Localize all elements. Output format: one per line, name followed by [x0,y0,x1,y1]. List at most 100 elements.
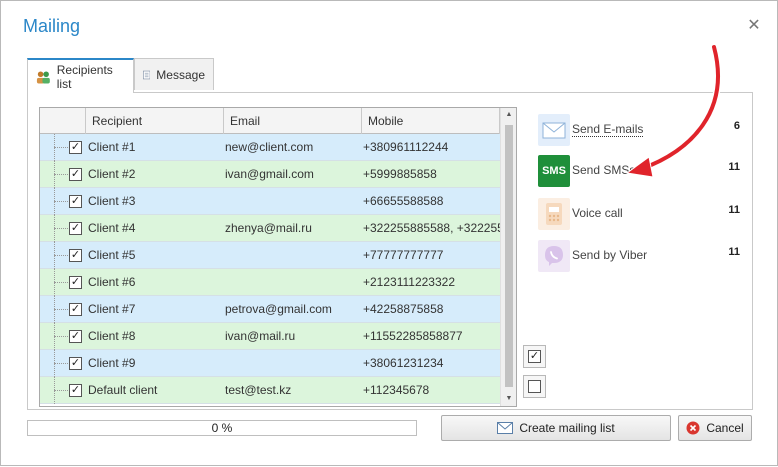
table-row[interactable]: ✓ Client #1 new@client.com +380961112244 [40,134,500,161]
recipient-cell: Client #9 [88,356,136,370]
create-button-label: Create mailing list [519,421,615,435]
email-cell [225,350,355,377]
sms-icon: SMS [538,155,570,187]
table-row[interactable]: ✓ Client #8 ivan@mail.ru +11552285858877 [40,323,500,350]
recipient-cell: Client #6 [88,275,136,289]
mobile-cell: +5999885858 [363,167,437,181]
mailing-dialog: Mailing ✕ Recipients list Message Recipi… [0,0,778,466]
email-cell: petrova@gmail.com [225,302,332,316]
table-row[interactable]: ✓ Client #3 +66655588588 [40,188,500,215]
table-row[interactable]: ✓ Client #9 +38061231234 [40,350,500,377]
progress-bar: 0 % [27,420,417,436]
cancel-icon [686,421,700,435]
people-icon [36,70,50,83]
vertical-scrollbar[interactable]: ▲ ▼ [500,108,516,406]
tree-branch [54,390,68,391]
send-emails-option[interactable]: Send E-mails 6 [538,112,748,148]
envelope-icon [497,422,514,434]
recipient-cell: Client #2 [88,167,136,181]
header-indicator-cell [40,108,86,134]
scroll-down-icon[interactable]: ▼ [501,392,516,406]
checked-box-icon: ✓ [528,350,541,363]
sms-count: 11 [728,161,740,173]
tab-message[interactable]: Message [134,58,214,90]
grid-header: Recipient Email Mobile [40,108,500,134]
email-cell: ivan@mail.ru [225,329,296,343]
table-row[interactable]: ✓ Client #6 +2123111223322 [40,269,500,296]
recipient-cell: Client #7 [88,302,136,316]
tree-branch [54,174,68,175]
emails-count: 6 [733,120,740,132]
mobile-cell: +11552285858877 [363,329,463,343]
viber-count: 11 [728,246,740,258]
cancel-button-label: Cancel [706,421,744,435]
column-header-mobile[interactable]: Mobile [362,108,500,134]
phone-icon [538,198,570,230]
email-cell: ivan@gmail.com [225,167,314,181]
create-mailing-list-button[interactable]: Create mailing list [441,415,671,441]
recipient-cell: Client #8 [88,329,136,343]
row-checkbox[interactable]: ✓ [69,168,82,181]
recipient-cell: Client #1 [88,140,136,154]
recipient-cell: Client #4 [88,221,136,235]
mobile-cell: +2123111223322 [363,275,455,289]
tree-branch [54,309,68,310]
send-emails-label: Send E-mails [572,122,644,137]
uncheck-all-button[interactable] [523,375,546,398]
recipients-panel: Recipient Email Mobile ✓ Client #1 new@c… [27,92,753,410]
cancel-button[interactable]: Cancel [678,415,752,441]
send-sms-label: Send SMSs [572,163,636,177]
email-cell [225,269,355,296]
row-checkbox[interactable]: ✓ [69,141,82,154]
recipient-cell: Client #3 [88,194,136,208]
tree-branch [54,201,68,202]
tree-branch [54,255,68,256]
email-cell [225,242,355,269]
row-checkbox[interactable]: ✓ [69,384,82,397]
row-checkbox[interactable]: ✓ [69,303,82,316]
scroll-thumb[interactable] [505,125,513,387]
tree-branch [54,363,68,364]
document-icon [143,70,151,79]
scroll-up-icon[interactable]: ▲ [501,108,516,122]
email-cell: zhenya@mail.ru [225,221,312,235]
row-checkbox[interactable]: ✓ [69,276,82,289]
table-row[interactable]: ✓ Default client test@test.kz +112345678 [40,377,500,404]
row-checkbox[interactable]: ✓ [69,249,82,262]
table-row[interactable]: ✓ Client #7 petrova@gmail.com +422588758… [40,296,500,323]
row-checkbox[interactable]: ✓ [69,222,82,235]
row-checkbox[interactable]: ✓ [69,357,82,370]
voice-count: 11 [728,204,740,216]
email-cell: test@test.kz [225,383,292,397]
mobile-cell: +66655588588 [363,194,444,208]
row-checkbox[interactable]: ✓ [69,330,82,343]
tree-branch [54,282,68,283]
tab-recipients-list[interactable]: Recipients list [27,58,134,93]
tree-branch [54,147,68,148]
envelope-icon [538,114,570,146]
column-header-email[interactable]: Email [224,108,362,134]
tab-label: Message [156,67,205,82]
row-checkbox[interactable]: ✓ [69,195,82,208]
empty-box-icon [528,380,541,393]
send-sms-option[interactable]: SMS Send SMSs 11 [538,153,748,189]
check-all-button[interactable]: ✓ [523,345,546,368]
voice-call-label: Voice call [572,206,623,220]
mobile-cell: +112345678 [363,383,430,397]
mobile-cell: +42258875858 [363,302,444,316]
recipient-cell: Default client [88,383,158,397]
table-row[interactable]: ✓ Client #4 zhenya@mail.ru +322255885588… [40,215,500,242]
send-viber-option[interactable]: Send by Viber 11 [538,238,748,274]
table-row[interactable]: ✓ Client #2 ivan@gmail.com +5999885858 [40,161,500,188]
tab-label: Recipients list [56,62,113,91]
close-icon[interactable]: ✕ [745,17,763,35]
column-header-recipient[interactable]: Recipient [86,108,224,134]
table-row[interactable]: ✓ Client #5 +77777777777 [40,242,500,269]
voice-call-option[interactable]: Voice call 11 [538,196,748,232]
title-bar: Mailing ✕ [1,1,777,53]
recipients-grid: Recipient Email Mobile ✓ Client #1 new@c… [39,107,517,407]
tree-branch [54,336,68,337]
viber-icon [538,240,570,272]
mobile-cell: +322255885588, +3222558 [363,221,500,235]
mobile-cell: +77777777777 [363,248,444,262]
